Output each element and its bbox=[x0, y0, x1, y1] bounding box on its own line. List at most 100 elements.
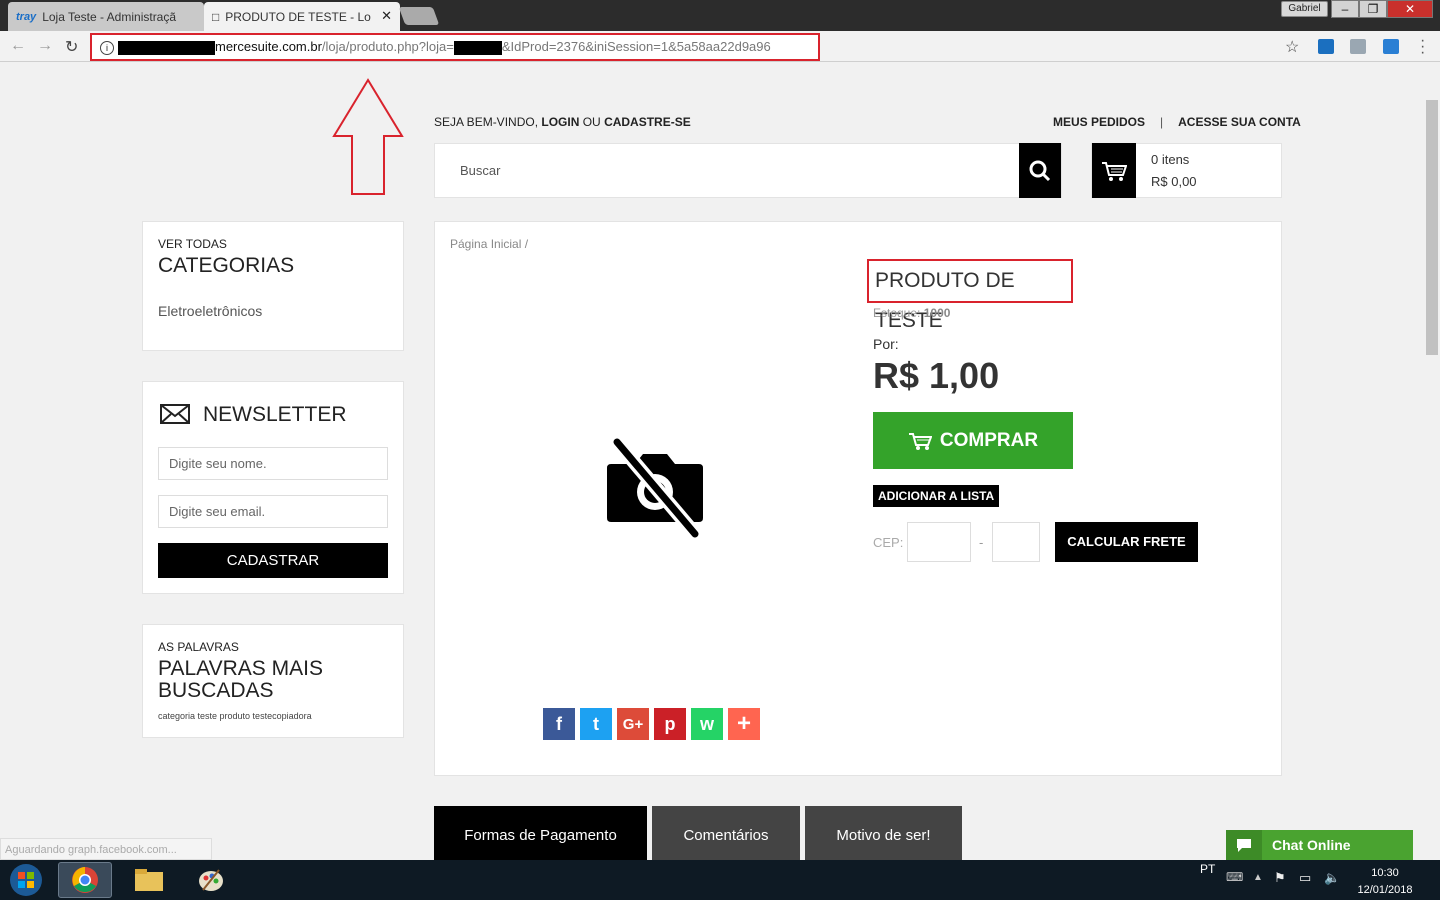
taskbar-explorer[interactable] bbox=[122, 862, 176, 898]
taskbar-clock[interactable]: 10:30 12/01/2018 bbox=[1352, 865, 1418, 899]
tab-close-icon[interactable]: ✕ bbox=[381, 8, 392, 24]
breadcrumb[interactable]: Página Inicial / bbox=[450, 237, 528, 251]
stock-label: Estoque: bbox=[873, 306, 921, 320]
categories-title: CATEGORIAS bbox=[158, 254, 295, 277]
close-window-button[interactable]: ✕ bbox=[1387, 0, 1433, 18]
action-center-flag-icon[interactable]: ⚑ bbox=[1274, 870, 1286, 886]
tab-comments[interactable]: Comentários bbox=[652, 806, 800, 860]
tray-extension-icon[interactable] bbox=[1318, 39, 1334, 54]
stock-value: 1000 bbox=[923, 306, 951, 320]
or-text: OU bbox=[582, 115, 601, 129]
forward-arrow-icon[interactable]: → bbox=[37, 37, 53, 55]
tab-payment-methods[interactable]: Formas de Pagamento bbox=[434, 806, 647, 860]
add-to-list-button[interactable]: ADICIONAR A LISTA bbox=[873, 485, 1000, 507]
taskbar-paint[interactable] bbox=[184, 862, 238, 898]
paint-icon bbox=[199, 869, 223, 891]
chat-online-button[interactable]: Chat Online bbox=[1226, 830, 1413, 860]
chat-label: Chat Online bbox=[1272, 837, 1351, 853]
categories-kicker[interactable]: VER TODAS bbox=[158, 237, 227, 251]
facebook-share-icon[interactable]: f bbox=[543, 708, 575, 740]
account-links: MEUS PEDIDOS | ACESSE SUA CONTA bbox=[1053, 115, 1301, 129]
newsletter-submit-button[interactable]: CADASTRAR bbox=[158, 543, 388, 578]
search-icon bbox=[1029, 160, 1051, 181]
pinterest-share-icon[interactable]: p bbox=[654, 708, 686, 740]
minimize-button[interactable]: – bbox=[1331, 0, 1359, 18]
newsletter-title: NEWSLETTER bbox=[203, 403, 347, 426]
start-button[interactable] bbox=[4, 862, 48, 898]
extension-icon[interactable] bbox=[1383, 39, 1399, 54]
page-icon: □ bbox=[212, 9, 220, 24]
tab-reason[interactable]: Motivo de ser! bbox=[805, 806, 962, 860]
price-label: Por: bbox=[873, 336, 899, 352]
tab-label: PRODUTO DE TESTE - Lo bbox=[225, 9, 371, 24]
shopping-cart-icon bbox=[908, 432, 932, 450]
scrollbar-thumb[interactable] bbox=[1426, 100, 1438, 355]
chat-bubble-icon bbox=[1226, 830, 1262, 860]
taskbar-chrome[interactable] bbox=[58, 862, 112, 898]
redacted-block bbox=[118, 40, 215, 55]
welcome-prefix: SEJA BEM-VINDO, bbox=[434, 115, 539, 129]
welcome-text: SEJA BEM-VINDO, LOGIN OU CADASTRE-SE bbox=[434, 115, 691, 129]
mini-cart[interactable]: 0 itens R$ 0,00 bbox=[1091, 143, 1282, 198]
back-arrow-icon[interactable]: ← bbox=[10, 37, 26, 55]
twitter-share-icon[interactable]: t bbox=[580, 708, 612, 740]
menu-dots-icon[interactable]: · · · bbox=[1420, 33, 1425, 61]
top-searches-words[interactable]: categoria teste produto testecopiadora bbox=[158, 711, 312, 721]
search-button[interactable] bbox=[1019, 143, 1061, 198]
no-image-camera-icon bbox=[607, 437, 703, 539]
newsletter-email-input[interactable]: Digite seu email. bbox=[158, 495, 388, 528]
search-input[interactable] bbox=[435, 144, 1021, 197]
tray-favicon-icon: tray bbox=[16, 10, 37, 23]
top-searches-title-line2: BUSCADAS bbox=[158, 679, 274, 702]
buy-button[interactable]: COMPRAR bbox=[873, 412, 1073, 469]
tab-produto-de-teste[interactable]: □ PRODUTO DE TESTE - Lo ✕ bbox=[204, 2, 400, 31]
cart-total: R$ 0,00 bbox=[1151, 174, 1197, 189]
new-tab-button[interactable] bbox=[398, 7, 440, 25]
my-account-link[interactable]: ACESSE SUA CONTA bbox=[1178, 115, 1301, 129]
volume-icon[interactable]: 🔈 bbox=[1324, 870, 1340, 886]
bookmark-star-icon[interactable]: ☆ bbox=[1285, 37, 1299, 57]
url-query: &IdProd=2376&iniSession=1&5a58aa22d9a96 bbox=[501, 39, 771, 54]
address-bar[interactable]: i mercesuite.com.br/loja/produto.php?loja… bbox=[90, 33, 820, 61]
calculate-shipping-button[interactable]: CALCULAR FRETE bbox=[1055, 522, 1198, 562]
newsletter-name-input[interactable]: Digite seu nome. bbox=[158, 447, 388, 480]
product-price: R$ 1,00 bbox=[873, 355, 1000, 396]
category-item[interactable]: Eletroeletrônicos bbox=[158, 303, 262, 319]
chrome-icon bbox=[72, 867, 98, 893]
buy-button-label: COMPRAR bbox=[939, 429, 1039, 451]
product-panel: Página Inicial / PRODUTO DE TESTE Estoqu… bbox=[434, 221, 1282, 776]
my-orders-link[interactable]: MEUS PEDIDOS bbox=[1053, 115, 1145, 129]
top-searches-panel: AS PALAVRAS PALAVRAS MAIS BUSCADAS categ… bbox=[142, 624, 404, 738]
profile-button[interactable]: Gabriel bbox=[1281, 1, 1328, 17]
google-plus-share-icon[interactable]: G+ bbox=[617, 708, 649, 740]
keyboard-icon[interactable]: ⌨ bbox=[1226, 870, 1243, 884]
network-icon[interactable]: ▭ bbox=[1299, 870, 1311, 886]
more-share-icon[interactable]: + bbox=[728, 708, 760, 740]
annotation-arrow-icon bbox=[332, 78, 404, 195]
url-host: mercesuite.com.br bbox=[215, 39, 322, 54]
reload-icon[interactable]: ↻ bbox=[65, 37, 78, 57]
code-extension-icon[interactable] bbox=[1350, 39, 1366, 54]
language-indicator[interactable]: PT bbox=[1200, 862, 1215, 876]
top-searches-kicker: AS PALAVRAS bbox=[158, 640, 239, 654]
clock-time: 10:30 bbox=[1371, 867, 1399, 879]
tab-label: Loja Teste - Administraçã bbox=[42, 9, 177, 24]
signup-link[interactable]: CADASTRE-SE bbox=[604, 115, 691, 129]
newsletter-panel: NEWSLETTER Digite seu nome. Digite seu e… bbox=[142, 381, 404, 594]
cep-input-second[interactable] bbox=[992, 522, 1040, 562]
tray-expand-icon[interactable]: ▲ bbox=[1253, 872, 1263, 883]
maximize-button[interactable]: ❐ bbox=[1359, 0, 1387, 18]
categories-panel: VER TODAS CATEGORIAS Eletroeletrônicos bbox=[142, 221, 404, 351]
cart-item-count: 0 itens bbox=[1151, 152, 1190, 167]
cep-label: CEP: bbox=[873, 535, 904, 550]
redacted-block bbox=[453, 40, 502, 55]
whatsapp-share-icon[interactable]: w bbox=[691, 708, 723, 740]
product-title: PRODUTO DE TESTE bbox=[867, 259, 1073, 332]
info-icon[interactable]: i bbox=[100, 40, 114, 55]
login-link[interactable]: LOGIN bbox=[541, 115, 579, 129]
clock-date: 12/01/2018 bbox=[1357, 884, 1413, 896]
cart-icon-box[interactable] bbox=[1092, 143, 1136, 198]
cep-input-first[interactable] bbox=[907, 522, 971, 562]
folder-icon bbox=[135, 869, 163, 891]
tab-loja-teste[interactable]: tray Loja Teste - Administraçã bbox=[8, 2, 204, 31]
